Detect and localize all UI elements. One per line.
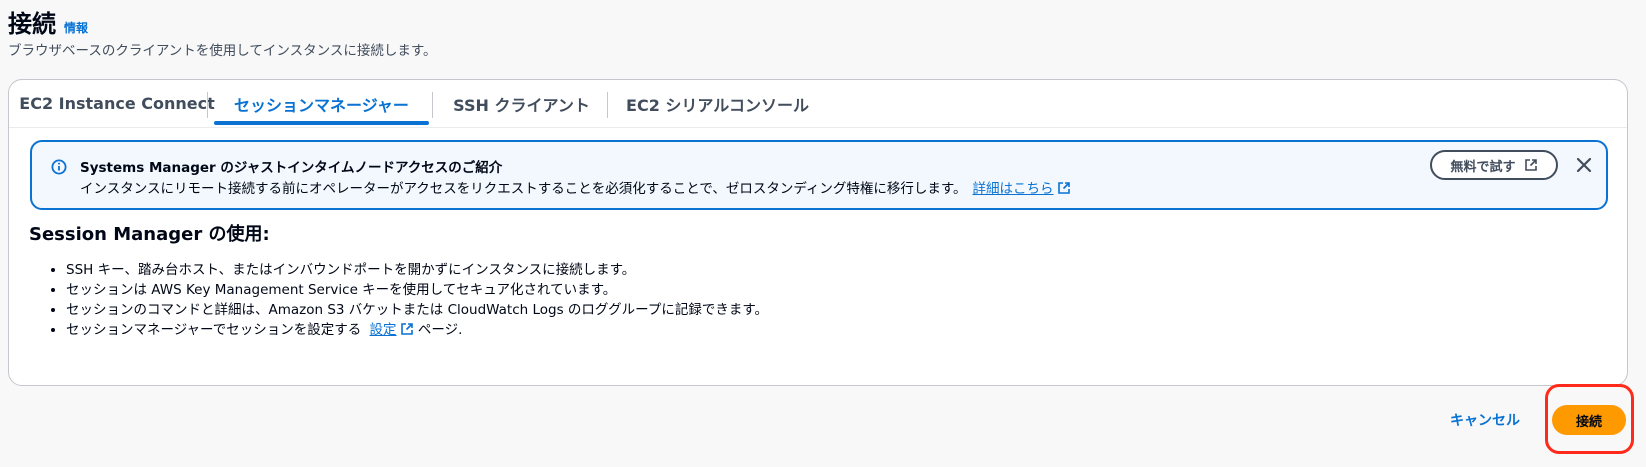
list-item: セッションは AWS Key Management Service キーを使用し… — [66, 280, 768, 300]
info-link[interactable]: 情報 — [64, 19, 88, 36]
tab-divider — [207, 92, 208, 118]
section-title: Session Manager の使用: — [29, 224, 270, 245]
connect-button[interactable]: 接続 — [1552, 405, 1626, 435]
learn-more-link[interactable]: 詳細はこちら — [973, 177, 1071, 197]
settings-link[interactable]: 設定 — [370, 322, 414, 338]
active-tab-indicator — [214, 121, 429, 125]
connect-page: 接続 情報 ブラウザベースのクライアントを使用してインスタンスに接続します。 E… — [0, 0, 1646, 467]
alert-body: インスタンスにリモート接続する前にオペレーターがアクセスをリクエストすることを必… — [80, 177, 1071, 197]
external-link-icon — [400, 323, 413, 335]
list-item: SSH キー、踏み台ホスト、またはインバウンドポートを開かずにインスタンスに接続… — [66, 260, 768, 280]
page-subtitle: ブラウザベースのクライアントを使用してインスタンスに接続します。 — [8, 43, 437, 59]
feature-list: SSH キー、踏み台ホスト、またはインバウンドポートを開かずにインスタンスに接続… — [29, 260, 768, 340]
page-header: 接続 情報 ブラウザベースのクライアントを使用してインスタンスに接続します。 — [8, 8, 437, 60]
try-free-button[interactable]: 無料で試す — [1430, 150, 1558, 180]
try-free-label: 無料で試す — [1450, 159, 1516, 175]
settings-link-label: 設定 — [369, 322, 397, 338]
tab-session-manager[interactable]: セッションマネージャー — [214, 80, 429, 127]
info-alert: Systems Manager のジャストインタイムノードアクセスのご紹介 イン… — [30, 140, 1608, 210]
external-link-icon — [1057, 182, 1070, 194]
tab-divider — [432, 92, 433, 118]
cancel-button[interactable]: キャンセル — [1450, 410, 1520, 430]
tab-bar: EC2 Instance Connect セッションマネージャー SSH クライ… — [9, 80, 1627, 128]
list-item: セッションのコマンドと詳細は、Amazon S3 バケットまたは CloudWa… — [66, 300, 768, 320]
alert-title: Systems Manager のジャストインタイムノードアクセスのご紹介 — [80, 160, 503, 176]
connect-card: EC2 Instance Connect セッションマネージャー SSH クライ… — [8, 79, 1628, 386]
tab-ssh-client[interactable]: SSH クライアント — [439, 80, 604, 127]
close-icon[interactable] — [1574, 155, 1594, 175]
learn-more-label: 詳細はこちら — [972, 181, 1054, 197]
list-item-suffix: ページ. — [417, 322, 463, 338]
title-row: 接続 情報 — [8, 8, 437, 40]
info-icon — [51, 159, 67, 175]
tab-ec2-serial-console[interactable]: EC2 シリアルコンソール — [615, 80, 820, 127]
tab-divider — [607, 92, 608, 118]
list-item-text: セッションマネージャーでセッションを設定する — [66, 322, 362, 338]
external-link-icon — [1524, 159, 1537, 171]
alert-text: インスタンスにリモート接続する前にオペレーターがアクセスをリクエストすることを必… — [80, 181, 967, 197]
page-title: 接続 — [8, 10, 56, 38]
list-item: セッションマネージャーでセッションを設定する 設定 ページ. — [66, 320, 768, 340]
tab-ec2-instance-connect[interactable]: EC2 Instance Connect — [19, 80, 214, 127]
